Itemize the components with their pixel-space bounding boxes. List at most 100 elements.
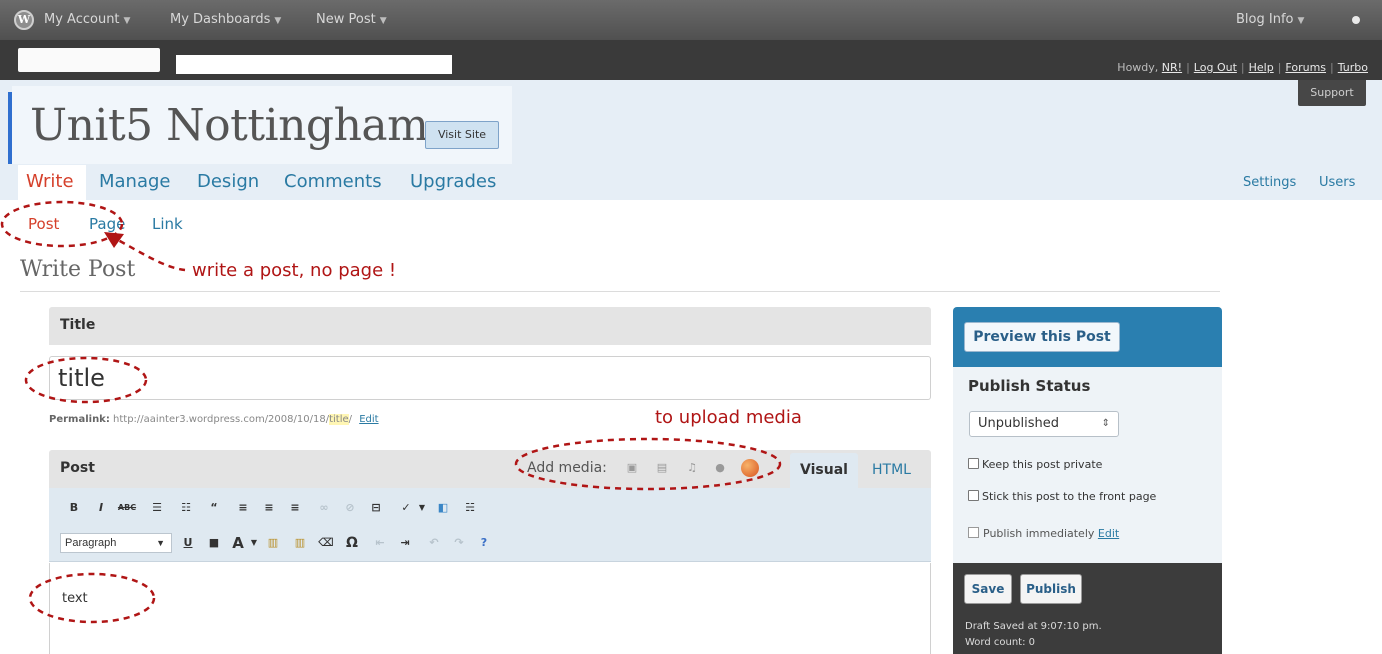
- page-title: Write Post: [20, 257, 136, 282]
- site-title: Unit5 Nottingham: [30, 100, 429, 151]
- align-right-icon[interactable]: ≡: [285, 498, 305, 518]
- permalink-url: http://aainter3.wordpress.com/2008/10/18…: [113, 414, 330, 425]
- align-left-icon[interactable]: ≡: [233, 498, 253, 518]
- permalink: Permalink: http://aainter3.wordpress.com…: [49, 414, 379, 425]
- title-input[interactable]: title: [49, 356, 931, 400]
- help-link[interactable]: Help: [1249, 61, 1274, 74]
- tab-comments[interactable]: Comments: [284, 171, 382, 192]
- more-tag-icon[interactable]: ⊟: [366, 498, 386, 518]
- preview-post-button[interactable]: Preview this Post: [964, 322, 1120, 352]
- chevron-down-icon: ▼: [156, 538, 165, 548]
- link-icon[interactable]: ∞: [314, 498, 334, 518]
- publish-edit-link[interactable]: Edit: [1098, 527, 1119, 540]
- stick-front-row[interactable]: Stick this post to the front page: [968, 490, 1156, 503]
- blog-info-menu[interactable]: Blog Info ▼: [1236, 12, 1304, 27]
- keep-private-checkbox[interactable]: [968, 458, 979, 469]
- indent-icon[interactable]: ⇥: [395, 533, 415, 553]
- tab-upgrades[interactable]: Upgrades: [410, 171, 496, 192]
- annotation-write-post: write a post, no page !: [192, 260, 397, 281]
- bullet-list-icon[interactable]: ☰: [147, 498, 167, 518]
- title-label: Title: [60, 317, 96, 333]
- audio-icon[interactable]: ♫: [686, 462, 698, 474]
- my-account-label: My Account: [44, 12, 120, 27]
- permalink-edit-link[interactable]: Edit: [359, 414, 378, 425]
- fullscreen-icon[interactable]: ◧: [433, 498, 453, 518]
- my-account-menu[interactable]: My Account ▼: [44, 12, 130, 27]
- support-button[interactable]: Support: [1298, 80, 1366, 106]
- image-icon[interactable]: ▣: [626, 462, 638, 474]
- format-select[interactable]: Paragraph ▼: [60, 533, 172, 553]
- help-icon[interactable]: ?: [474, 533, 494, 553]
- permalink-label: Permalink:: [49, 414, 110, 425]
- italic-icon[interactable]: I: [91, 498, 111, 518]
- media-icon[interactable]: ●: [714, 462, 726, 474]
- tab-users[interactable]: Users: [1319, 175, 1355, 190]
- publish-immediately-row: Publish immediately Edit: [968, 527, 1119, 540]
- my-dashboards-label: My Dashboards: [170, 12, 271, 27]
- chevron-down-icon[interactable]: ▼: [412, 498, 432, 518]
- howdy-text: Howdy,: [1117, 61, 1159, 74]
- my-dashboards-menu[interactable]: My Dashboards ▼: [170, 12, 281, 27]
- justify-icon[interactable]: ■: [204, 533, 224, 553]
- header-accent: [8, 92, 12, 164]
- remove-format-icon[interactable]: ⌫: [316, 533, 336, 553]
- blog-info-label: Blog Info: [1236, 12, 1294, 27]
- chevron-down-icon: ▼: [379, 16, 387, 26]
- paste-word-icon[interactable]: ▥: [290, 533, 310, 553]
- subtab-page[interactable]: Page: [89, 215, 125, 233]
- keep-private-row[interactable]: Keep this post private: [968, 458, 1102, 471]
- title-label-bar: [49, 307, 931, 345]
- new-post-menu[interactable]: New Post ▼: [316, 12, 387, 27]
- notification-dot-icon[interactable]: [1352, 16, 1360, 24]
- redo-icon[interactable]: ↷: [449, 533, 469, 553]
- tab-settings[interactable]: Settings: [1243, 175, 1296, 190]
- publish-immediately-label: Publish immediately: [983, 527, 1095, 540]
- strikethrough-icon[interactable]: ABC: [117, 498, 137, 518]
- numbered-list-icon[interactable]: ☷: [176, 498, 196, 518]
- tab-visual[interactable]: Visual: [790, 453, 858, 488]
- underline-icon[interactable]: U: [178, 533, 198, 553]
- admin-bar: W My Account ▼ My Dashboards ▼ New Post ▼ B…: [0, 0, 1382, 40]
- bold-icon[interactable]: B: [64, 498, 84, 518]
- annotation-upload-media: to upload media: [655, 407, 802, 428]
- tab-design[interactable]: Design: [197, 171, 259, 192]
- user-link[interactable]: NR!: [1162, 61, 1182, 74]
- publish-status-select[interactable]: Unpublished ⇕: [969, 411, 1119, 437]
- permalink-slug: title: [329, 414, 349, 425]
- word-count: Word count: 0: [965, 637, 1036, 648]
- publish-status-title: Publish Status: [968, 377, 1091, 395]
- blog-search-input[interactable]: [18, 48, 160, 72]
- stick-front-checkbox[interactable]: [968, 490, 979, 501]
- tab-manage[interactable]: Manage: [99, 171, 171, 192]
- outdent-icon[interactable]: ⇤: [370, 533, 390, 553]
- forums-link[interactable]: Forums: [1285, 61, 1326, 74]
- unlink-icon[interactable]: ⊘: [340, 498, 360, 518]
- undo-icon[interactable]: ↶: [424, 533, 444, 553]
- kitchen-sink-icon[interactable]: ☵: [460, 498, 480, 518]
- subtab-link[interactable]: Link: [152, 215, 183, 233]
- chevron-down-icon: ▼: [123, 16, 131, 26]
- publish-status-value: Unpublished: [978, 416, 1059, 431]
- paste-text-icon[interactable]: ▥: [263, 533, 283, 553]
- chevron-down-icon: ▼: [1297, 16, 1305, 26]
- editor-area[interactable]: [49, 563, 931, 654]
- blockquote-icon[interactable]: “: [204, 498, 224, 518]
- log-out-link[interactable]: Log Out: [1194, 61, 1237, 74]
- publish-button[interactable]: Publish: [1020, 574, 1082, 604]
- flash-icon[interactable]: [741, 459, 759, 477]
- chevron-down-icon: ▼: [274, 16, 282, 26]
- save-button[interactable]: Save: [964, 574, 1012, 604]
- turbo-link[interactable]: Turbo: [1338, 61, 1368, 74]
- tab-html[interactable]: HTML: [872, 462, 911, 478]
- tab-write[interactable]: Write: [26, 171, 74, 192]
- visit-site-button[interactable]: Visit Site: [425, 121, 499, 149]
- editor-content[interactable]: text: [62, 591, 88, 606]
- wordpress-logo-icon[interactable]: W: [14, 10, 34, 30]
- arrow-head-icon: [104, 232, 124, 248]
- special-char-icon[interactable]: Ω: [342, 533, 362, 553]
- align-center-icon[interactable]: ≡: [259, 498, 279, 518]
- subtab-post[interactable]: Post: [28, 215, 59, 233]
- search-input[interactable]: [176, 55, 452, 74]
- video-icon[interactable]: ▤: [656, 462, 668, 474]
- chevron-down-icon[interactable]: ▼: [244, 533, 264, 553]
